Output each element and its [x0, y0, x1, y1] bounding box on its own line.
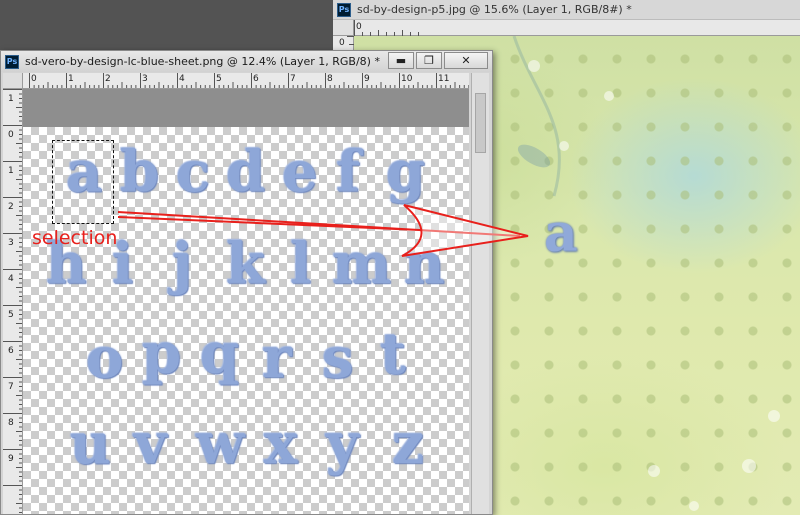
- letter-x[interactable]: x: [264, 416, 297, 472]
- horizontal-ruler[interactable]: 0 1 2 3 4 5 6 7 8 9 10 11: [23, 73, 469, 89]
- close-button[interactable]: ✕: [444, 52, 488, 69]
- ruler-tick-label: 11: [438, 74, 450, 84]
- ruler-tick-label: 2: [8, 202, 14, 212]
- photoshop-icon: Ps: [337, 2, 351, 17]
- ruler-tick-label: 6: [8, 346, 14, 356]
- selection-annotation-label: selection: [32, 227, 118, 249]
- letter-y[interactable]: y: [326, 416, 359, 472]
- letter-o[interactable]: o: [86, 330, 123, 386]
- photoshop-icon: Ps: [5, 54, 19, 69]
- ruler-tick-label: 0: [8, 130, 14, 140]
- ruler-tick-label: 5: [8, 310, 14, 320]
- letter-l[interactable]: l: [290, 236, 311, 292]
- letter-k[interactable]: k: [226, 236, 265, 292]
- letter-m[interactable]: m: [332, 236, 391, 292]
- ruler-tick-label: 0: [31, 74, 37, 84]
- letter-v[interactable]: v: [134, 416, 167, 472]
- ruler-tick-label: 3: [8, 238, 14, 248]
- ruler-tick-label: 6: [253, 74, 259, 84]
- ruler-tick-label: 4: [8, 274, 14, 284]
- horizontal-ruler[interactable]: 0: [354, 20, 800, 36]
- letter-s[interactable]: s: [322, 330, 354, 386]
- ruler-tick-label: 4: [179, 74, 185, 84]
- letter-f[interactable]: f: [336, 144, 360, 200]
- ruler-corner[interactable]: [3, 73, 23, 89]
- ruler-tick-label: 8: [327, 74, 333, 84]
- background-window-titlebar[interactable]: Ps sd-by-design-p5.jpg @ 15.6% (Layer 1,…: [333, 0, 800, 20]
- ruler-ticks: [3, 89, 22, 513]
- letter-c[interactable]: c: [176, 144, 210, 200]
- ruler-tick-label: 1: [68, 74, 74, 84]
- letter-u[interactable]: u: [70, 416, 111, 472]
- ruler-tick-label: 7: [8, 382, 14, 392]
- letter-j[interactable]: j: [172, 236, 192, 292]
- maximize-button[interactable]: ❐: [416, 52, 442, 69]
- ruler-tick-label: 10: [401, 74, 413, 84]
- ruler-tick-label: 2: [105, 74, 111, 84]
- letter-w[interactable]: w: [196, 416, 244, 472]
- letter-r[interactable]: r: [262, 330, 292, 386]
- ruler-corner[interactable]: [333, 20, 354, 36]
- letter-d[interactable]: d: [226, 144, 265, 200]
- pasted-letter-a[interactable]: a: [544, 208, 578, 260]
- minimize-button[interactable]: ▬: [388, 52, 414, 69]
- vertical-ruler[interactable]: 1 0 1 2 3 4 5 6 7 8 9: [3, 89, 23, 514]
- selection-marquee[interactable]: [52, 140, 114, 224]
- ruler-tick-label: 1: [8, 166, 14, 176]
- photoshop-workspace: Ps sd-by-design-p5.jpg @ 15.6% (Layer 1,…: [0, 0, 800, 515]
- letter-t[interactable]: t: [380, 326, 406, 382]
- letter-e[interactable]: e: [282, 144, 318, 200]
- letter-n[interactable]: n: [404, 236, 445, 292]
- ruler-tick-label: 7: [290, 74, 296, 84]
- ruler-tick-label: 1: [8, 94, 14, 104]
- letter-p[interactable]: p: [142, 326, 181, 382]
- ruler-tick-label: 5: [216, 74, 222, 84]
- ruler-tick-label: 9: [364, 74, 370, 84]
- ruler-tick-label: 8: [8, 418, 14, 428]
- letter-g[interactable]: g: [386, 144, 425, 200]
- background-window-title: sd-by-design-p5.jpg @ 15.6% (Layer 1, RG…: [357, 3, 632, 16]
- letter-z[interactable]: z: [392, 416, 424, 472]
- vertical-scrollbar[interactable]: [471, 73, 489, 514]
- ruler-tick-label: 9: [8, 454, 14, 464]
- ruler-ticks: [354, 20, 419, 36]
- scrollbar-thumb[interactable]: [475, 93, 486, 153]
- window-controls: ▬ ❐ ✕: [386, 52, 488, 69]
- front-window-titlebar[interactable]: Ps sd-vero-by-design-lc-blue-sheet.png @…: [1, 51, 492, 72]
- letter-q[interactable]: q: [200, 326, 239, 382]
- ruler-tick-label: 3: [142, 74, 148, 84]
- front-window-title: sd-vero-by-design-lc-blue-sheet.png @ 12…: [25, 55, 380, 68]
- letter-b[interactable]: b: [120, 144, 159, 200]
